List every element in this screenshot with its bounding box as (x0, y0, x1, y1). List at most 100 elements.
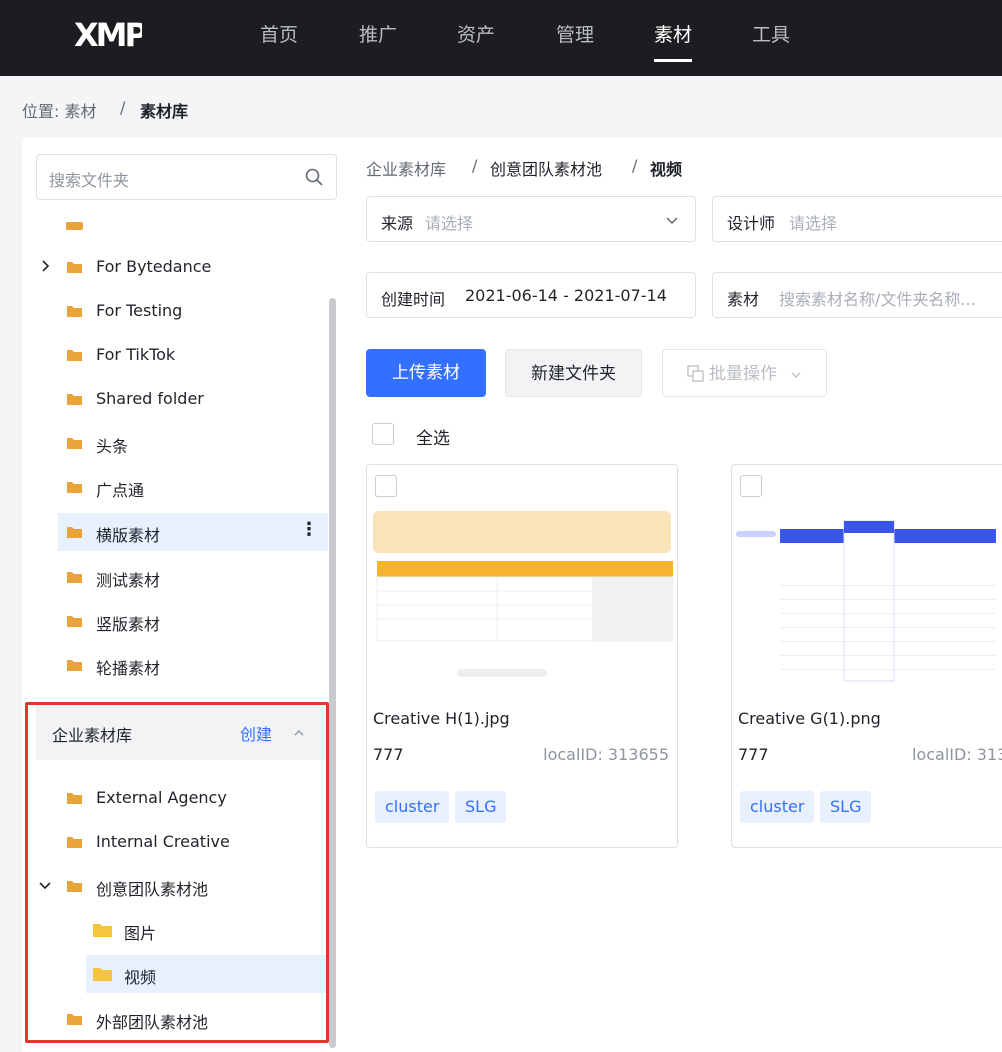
nav-tools[interactable]: 工具 (752, 20, 790, 50)
folder-item[interactable]: 视频 (86, 955, 328, 993)
nav-materials-label: 素材 (654, 24, 693, 46)
svg-text:XMP: XMP (74, 16, 142, 54)
batch-action-label: 批量操作 (709, 364, 777, 384)
folder-item-label: 竖版素材 (96, 615, 161, 634)
card-checkbox[interactable] (375, 475, 397, 497)
folder-icon (67, 482, 82, 493)
nav-promotion[interactable]: 推广 (359, 20, 397, 50)
enterprise-library-header[interactable]: 企业素材库 创建 (36, 704, 326, 760)
folder-item[interactable]: Shared folder (22, 380, 328, 418)
folder-item[interactable]: 外部团队素材池 (22, 1000, 328, 1038)
main-breadcrumb-sep: / (472, 156, 478, 175)
nav-materials[interactable]: 素材 (654, 20, 693, 62)
folder-icon (67, 1014, 82, 1025)
enterprise-library-title: 企业素材库 (52, 726, 133, 745)
folder-icon (67, 527, 82, 538)
folder-item[interactable]: 竖版素材 (22, 602, 328, 640)
card-checkbox[interactable] (740, 475, 762, 497)
tag-cluster[interactable]: cluster (740, 791, 815, 823)
thumbnail-pricing-table[interactable] (367, 465, 677, 697)
chevron-up-icon[interactable] (292, 726, 306, 740)
xmp-logo[interactable]: XMP (72, 12, 142, 56)
card-local-id: localID: 313655 (543, 745, 669, 764)
folder-icon (67, 262, 82, 273)
folder-item[interactable]: 图片 (86, 911, 328, 949)
feature-table-thumbnail (732, 465, 1002, 697)
tag-cluster[interactable]: cluster (375, 791, 450, 823)
chevron-down-icon[interactable] (38, 878, 52, 892)
folder-item[interactable]: For Bytedance (22, 248, 328, 286)
folder-icon (67, 438, 82, 449)
search-icon[interactable] (304, 167, 324, 187)
nav-active-underline (654, 59, 693, 62)
created-time-range[interactable]: 创建时间 2021-06-14 - 2021-07-14 (366, 272, 696, 318)
folder-icon (67, 572, 82, 583)
folder-item[interactable]: For TikTok (22, 336, 328, 374)
folder-item-label: 图片 (124, 924, 157, 943)
chevron-right-icon[interactable] (38, 259, 52, 273)
card-count: 777 (373, 745, 404, 764)
folder-item-label: 广点通 (96, 481, 145, 500)
material-card[interactable]: Creative G(1).png 777 localID: 313 clust… (731, 464, 1002, 848)
folder-item[interactable]: 轮播素材 (22, 646, 328, 684)
upload-button[interactable]: 上传素材 (366, 349, 486, 397)
folder-icon (67, 837, 82, 848)
folder-item-label: Shared folder (96, 389, 204, 408)
folder-item[interactable]: 头条 (22, 424, 328, 462)
folder-icon (67, 306, 82, 317)
nav-home[interactable]: 首页 (260, 20, 298, 50)
pricing-table-thumbnail (367, 465, 677, 697)
folder-item[interactable]: External Agency (22, 779, 328, 817)
folder-item-label: External Agency (96, 788, 227, 807)
top-nav: XMP 首页 推广 资产 管理 素材 工具 (0, 0, 1002, 76)
chevron-down-icon (791, 372, 801, 378)
folder-item-label: 视频 (124, 968, 157, 987)
designer-label: 设计师 (727, 214, 776, 233)
folder-item-label: 外部团队素材池 (96, 1013, 209, 1032)
folder-item-label: Internal Creative (96, 832, 230, 851)
new-folder-button[interactable]: 新建文件夹 (505, 349, 642, 397)
tag-slg[interactable]: SLG (820, 791, 872, 823)
folder-item[interactable]: Internal Creative (22, 823, 328, 861)
designer-placeholder: 请选择 (789, 214, 838, 233)
clipped-folder-row (22, 214, 328, 230)
select-all-checkbox[interactable] (372, 423, 394, 445)
thumbnail-feature-table[interactable] (732, 465, 1002, 697)
designer-select[interactable]: 设计师 请选择 (712, 196, 1002, 242)
card-name: Creative G(1).png (738, 709, 881, 728)
folder-icon (67, 394, 82, 405)
nav-assets[interactable]: 资产 (457, 20, 495, 50)
folder-search-placeholder: 搜索文件夹 (49, 171, 130, 190)
card-local-id: localID: 313 (912, 745, 1002, 764)
create-link[interactable]: 创建 (240, 721, 272, 745)
nav-management[interactable]: 管理 (556, 20, 594, 50)
breadcrumb-current: 素材库 (140, 102, 189, 121)
material-search-input[interactable]: 素材 搜索素材名称/文件夹名称... (712, 272, 1002, 318)
folder-icon (67, 660, 82, 671)
source-select[interactable]: 来源 请选择 (366, 196, 696, 242)
material-card[interactable]: Creative H(1).jpg 777 localID: 313655 cl… (366, 464, 678, 848)
material-placeholder: 搜索素材名称/文件夹名称... (779, 290, 976, 309)
folder-item[interactable]: 广点通 (22, 468, 328, 506)
folder-item-label: For TikTok (96, 345, 176, 364)
main-breadcrumb-root[interactable]: 企业素材库 (366, 156, 446, 180)
main-breadcrumb-pool[interactable]: 创意团队素材池 (490, 156, 602, 180)
folder-item[interactable]: 测试素材 (22, 558, 328, 596)
folder-search-input[interactable]: 搜索文件夹 (36, 154, 337, 200)
folder-item-label: 头条 (96, 437, 129, 456)
copy-icon (687, 365, 704, 382)
folder-item[interactable]: For Testing (22, 292, 328, 330)
created-time-label: 创建时间 (381, 290, 446, 309)
tag-slg[interactable]: SLG (455, 791, 507, 823)
breadcrumb: 位置: 素材 / 素材库 (0, 76, 1002, 138)
more-options-icon[interactable]: ⋮ (300, 519, 318, 540)
folder-open-icon (93, 924, 112, 937)
folder-item-label: 横版素材 (96, 526, 161, 545)
breadcrumb-prefix[interactable]: 位置: 素材 (22, 98, 96, 122)
breadcrumb-separator: / (120, 98, 126, 117)
folder-item[interactable]: 横版素材 ⋮ (58, 513, 328, 551)
folder-icon (67, 616, 82, 627)
batch-action-button[interactable]: 批量操作 (662, 349, 827, 397)
folder-item[interactable]: 创意团队素材池 (22, 867, 328, 905)
sidebar-scrollbar[interactable] (329, 298, 336, 1048)
